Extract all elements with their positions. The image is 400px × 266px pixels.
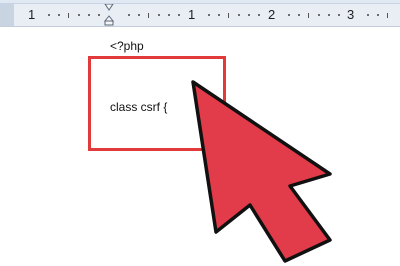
pointer-arrow-icon — [191, 80, 332, 263]
